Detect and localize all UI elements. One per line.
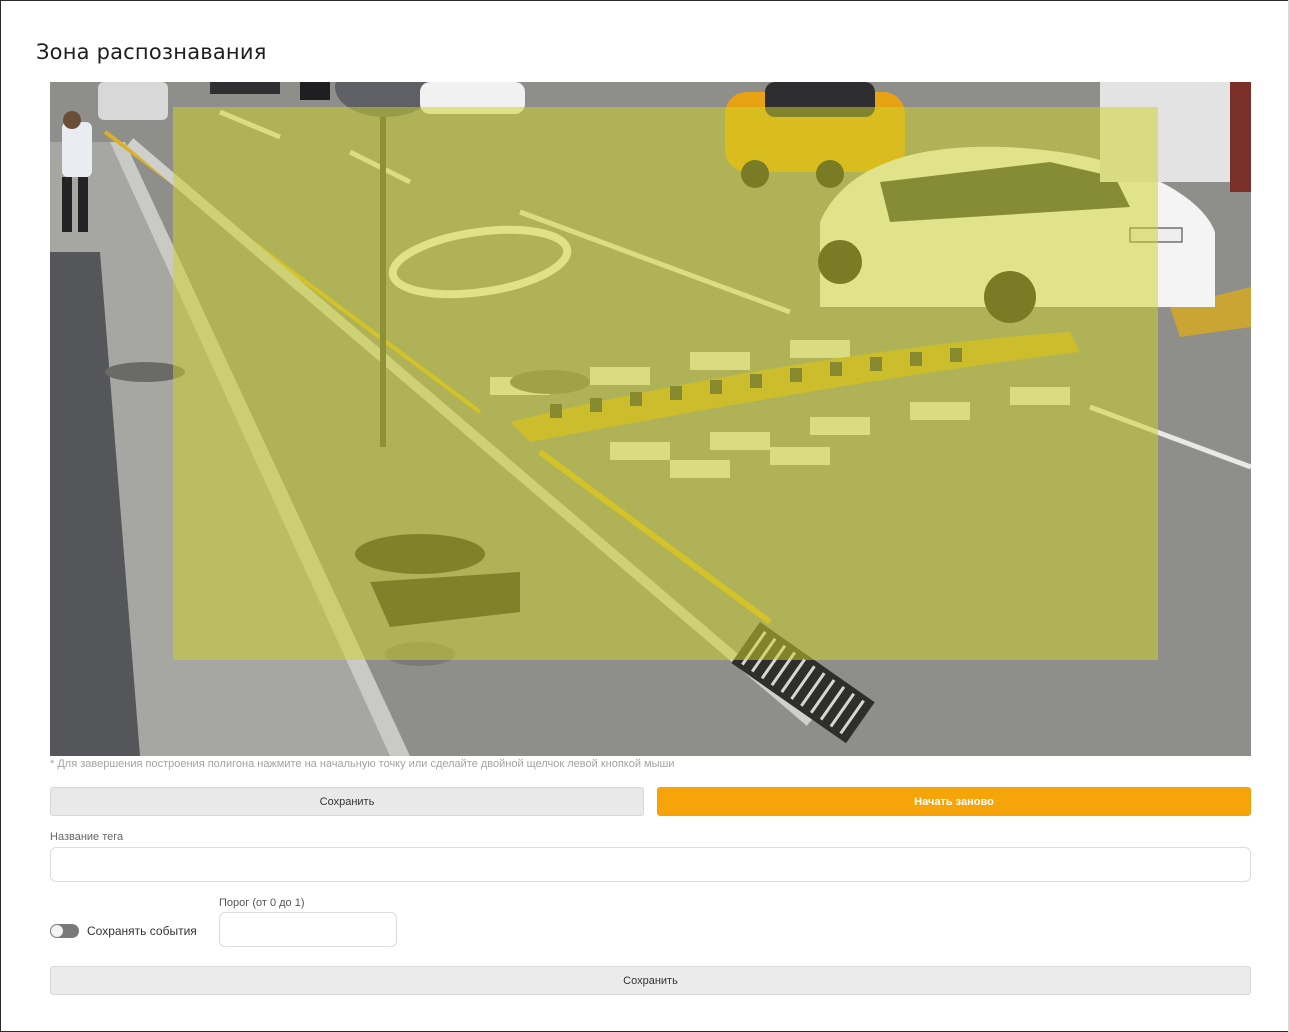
save-settings-button[interactable]: Сохранить <box>50 966 1251 995</box>
page-title: Зона распознавания <box>36 40 267 64</box>
save-zone-button[interactable]: Сохранить <box>50 787 644 816</box>
tag-name-input[interactable] <box>50 847 1251 882</box>
camera-frame[interactable] <box>50 82 1251 756</box>
recognition-zone-polygon[interactable] <box>173 107 1158 660</box>
threshold-input[interactable] <box>219 912 397 947</box>
tag-name-label: Название тега <box>50 831 124 843</box>
polygon-hint-text: * Для завершения построения полигона наж… <box>50 758 675 770</box>
save-events-toggle[interactable] <box>50 924 79 938</box>
save-events-label: Сохранять события <box>87 924 197 938</box>
threshold-label: Порог (от 0 до 1) <box>219 897 305 909</box>
toggle-knob <box>51 925 63 937</box>
restart-button[interactable]: Начать заново <box>657 787 1251 816</box>
